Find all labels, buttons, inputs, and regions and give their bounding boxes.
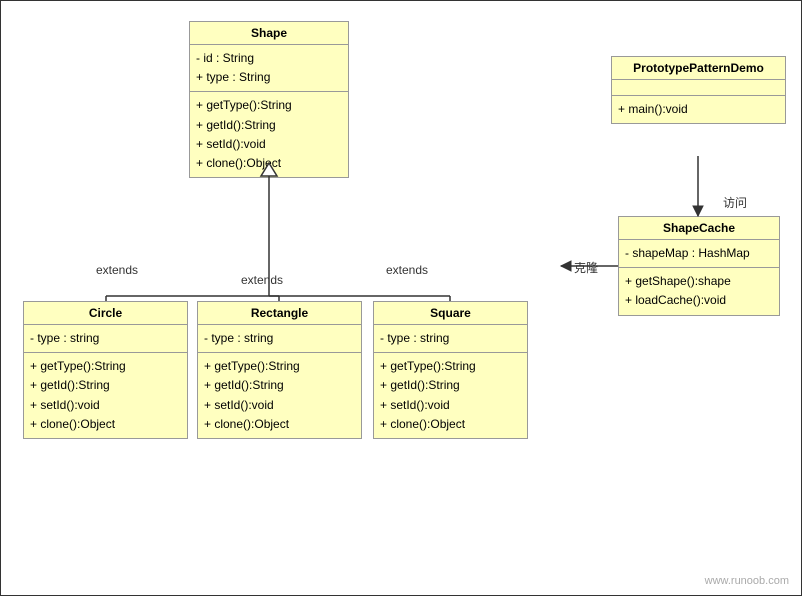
rectangle-header: Rectangle [198,302,361,325]
rectangle-methods: + getType():String+ getId():String+ setI… [198,353,361,438]
shape-header: Shape [190,22,348,45]
diagram-container: Shape - id : String+ type : String + get… [0,0,802,596]
extends-label-center: extends [241,273,283,287]
square-header: Square [374,302,527,325]
rectangle-box: Rectangle - type : string + getType():St… [197,301,362,439]
shape-box: Shape - id : String+ type : String + get… [189,21,349,178]
prototype-pattern-demo-header: PrototypePatternDemo [612,57,785,80]
extends-label-left: extends [96,263,138,277]
extends-label-right: extends [386,263,428,277]
circle-methods: + getType():String+ getId():String+ setI… [24,353,187,438]
prototype-pattern-demo-methods: + main():void [612,96,785,123]
circle-attributes: - type : string [24,325,187,353]
kelong-label: 克隆 [574,259,598,276]
square-attributes: - type : string [374,325,527,353]
circle-header: Circle [24,302,187,325]
prototype-pattern-demo-box: PrototypePatternDemo + main():void [611,56,786,124]
rectangle-attributes: - type : string [198,325,361,353]
shape-cache-header: ShapeCache [619,217,779,240]
shape-cache-box: ShapeCache - shapeMap : HashMap + getSha… [618,216,780,316]
prototype-pattern-demo-attributes [612,80,785,96]
square-methods: + getType():String+ getId():String+ setI… [374,353,527,438]
shape-cache-methods: + getShape():shape+ loadCache():void [619,268,779,314]
square-box: Square - type : string + getType():Strin… [373,301,528,439]
shape-cache-attributes: - shapeMap : HashMap [619,240,779,268]
fanwen-label: 访问 [723,194,747,211]
watermark: www.runoob.com [705,575,789,587]
shape-attributes: - id : String+ type : String [190,45,348,92]
shape-methods: + getType():String+ getId():String+ setI… [190,92,348,177]
circle-box: Circle - type : string + getType():Strin… [23,301,188,439]
